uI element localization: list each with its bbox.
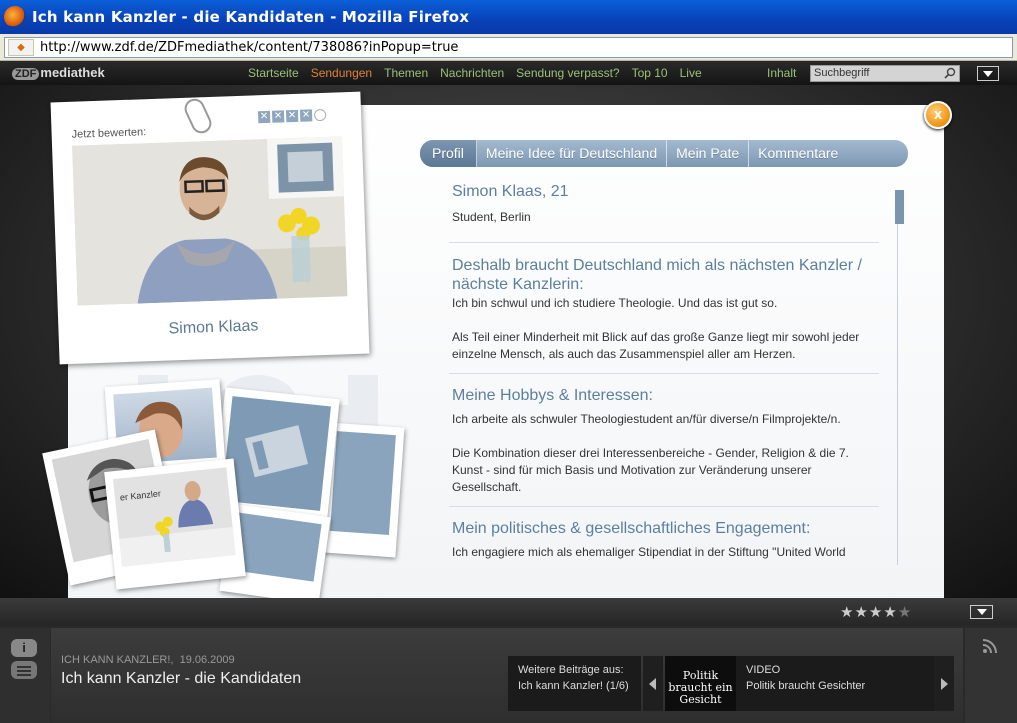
- collage-sign-text: er Kanzler: [119, 488, 161, 502]
- close-button[interactable]: x: [924, 101, 952, 129]
- nav-inhalt[interactable]: Inhalt: [767, 66, 796, 80]
- tab-profil[interactable]: Profil: [420, 140, 477, 167]
- star-icon[interactable]: ★: [854, 604, 868, 621]
- prev-arrow-button[interactable]: [643, 656, 663, 711]
- nav-startseite[interactable]: Startseite: [248, 66, 299, 80]
- section-text: Als Teil einer Minderheit mit Blick auf …: [452, 330, 860, 361]
- collage-photo: er Kanzler: [104, 458, 246, 590]
- url-text: http://www.zdf.de/ZDFmediathek/content/7…: [40, 39, 459, 55]
- star-icon[interactable]: ✕: [257, 110, 271, 124]
- next-arrow-button[interactable]: [934, 656, 954, 711]
- meta-date: 19.06.2009: [179, 654, 235, 666]
- section-title-engagement: Mein politisches & gesellschaftliches En…: [452, 520, 811, 537]
- video-rating[interactable]: ★★★★★: [840, 603, 912, 621]
- section-text: Die Kombination dieser drei Interessenbe…: [452, 446, 849, 494]
- profile-heading: Simon Klaas, 21: [452, 183, 569, 200]
- star-empty-icon[interactable]: ★: [898, 604, 912, 621]
- tab-mein-pate[interactable]: Mein Pate: [667, 140, 750, 167]
- search-input-value: Suchbegriff: [814, 67, 870, 79]
- profile-tabs: Profil Meine Idee für Deutschland Mein P…: [420, 140, 908, 167]
- tab-meine-idee[interactable]: Meine Idee für Deutschland: [477, 140, 668, 167]
- next-video-info[interactable]: VIDEO Politik braucht Gesichter: [736, 656, 934, 711]
- close-icon: x: [933, 106, 943, 123]
- candidate-name: Simon Klaas: [168, 317, 259, 338]
- nav-nachrichten[interactable]: Nachrichten: [440, 66, 504, 80]
- section-text: Ich bin schwul und ich studiere Theologi…: [452, 296, 778, 310]
- nav-sendungen[interactable]: Sendungen: [311, 66, 372, 80]
- profile-header-section: Simon Klaas, 21 Student, Berlin: [449, 182, 879, 243]
- content-scroll-thumb[interactable]: [895, 190, 904, 224]
- url-field[interactable]: ◆ http://www.zdf.de/ZDFmediathek/content…: [4, 36, 1013, 58]
- video-meta: ICH KANN KANZLER!, 19.06.2009: [61, 654, 235, 666]
- address-bar: ◆ http://www.zdf.de/ZDFmediathek/content…: [0, 34, 1017, 61]
- logo-text: mediathek: [40, 65, 105, 80]
- profile-subtitle: Student, Berlin: [452, 210, 531, 224]
- site-identity-icon[interactable]: ◆: [8, 38, 34, 56]
- next-video-title: Politik braucht Gesichter: [746, 680, 866, 692]
- profile-section-hobbys: Meine Hobbys & Interessen: Ich arbeite a…: [449, 386, 879, 507]
- more-from-label: Weitere Beiträge aus:: [518, 664, 624, 676]
- rate-label: Jetzt bewerten:: [71, 126, 147, 141]
- nav-links: Startseite Sendungen Themen Nachrichten …: [248, 66, 702, 80]
- video-thumbnail[interactable]: Politik braucht ein Gesicht: [665, 656, 736, 711]
- star-empty-icon[interactable]: [313, 108, 327, 122]
- nav-dropdown-button[interactable]: [977, 66, 999, 81]
- nav-live[interactable]: Live: [680, 66, 702, 80]
- content-scrollbar[interactable]: [897, 190, 905, 565]
- search-icon[interactable]: [944, 67, 956, 79]
- search-input[interactable]: Suchbegriff: [810, 65, 960, 82]
- window-title: Ich kann Kanzler - die Kandidaten - Mozi…: [32, 8, 470, 26]
- star-icon[interactable]: ✕: [271, 110, 285, 123]
- candidate-photo: [72, 136, 348, 306]
- profile-section-why: Deshalb braucht Deutschland mich als näc…: [449, 256, 879, 374]
- info-button[interactable]: i: [11, 639, 37, 657]
- section-title-hobbys: Meine Hobbys & Interessen:: [452, 387, 653, 404]
- firefox-icon: [4, 6, 26, 28]
- video-type-label: VIDEO: [746, 664, 781, 676]
- zdf-logo-mark: ZDF: [12, 68, 40, 80]
- star-icon[interactable]: ✕: [285, 109, 299, 123]
- zdf-mediathek-logo[interactable]: ZDF mediathek: [12, 65, 105, 80]
- nav-top-10[interactable]: Top 10: [632, 66, 668, 80]
- star-icon[interactable]: ★: [869, 604, 883, 621]
- candidate-card: Jetzt bewerten: ✕ ✕ ✕ ✕ Simon Klaas: [50, 91, 370, 365]
- profile-content: Simon Klaas, 21 Student, Berlin Deshalb …: [449, 182, 879, 565]
- profile-section-engagement: Mein politisches & gesellschaftliches En…: [449, 519, 879, 561]
- nav-sendung-verpasst[interactable]: Sendung verpasst?: [516, 66, 619, 80]
- star-icon[interactable]: ★: [840, 604, 854, 621]
- nav-themen[interactable]: Themen: [384, 66, 428, 80]
- bottom-dropdown-button[interactable]: [970, 605, 993, 619]
- rss-icon[interactable]: [982, 638, 998, 654]
- section-text: Ich engagiere mich als ehemaliger Stipen…: [452, 545, 846, 559]
- tab-kommentare[interactable]: Kommentare: [749, 140, 847, 167]
- film-reel-icon: [244, 425, 309, 478]
- star-icon[interactable]: ✕: [299, 109, 313, 122]
- star-icon[interactable]: ★: [883, 604, 897, 621]
- site-navbar: ZDF mediathek Startseite Sendungen Themen…: [0, 61, 1017, 85]
- list-button[interactable]: [11, 661, 37, 679]
- video-title: Ich kann Kanzler - die Kandidaten: [61, 670, 302, 687]
- window-titlebar: Ich kann Kanzler - die Kandidaten - Mozi…: [0, 0, 1017, 34]
- more-from-box[interactable]: Weitere Beiträge aus: Ich kann Kanzler! …: [508, 656, 641, 711]
- meta-show: ICH KANN KANZLER!,: [61, 654, 174, 666]
- more-from-value: Ich kann Kanzler! (1/6): [518, 680, 629, 692]
- section-text: Ich arbeite als schwuler Theologiestuden…: [452, 412, 841, 426]
- section-title-why: Deshalb braucht Deutschland mich als näc…: [452, 257, 862, 293]
- rating-input[interactable]: ✕ ✕ ✕ ✕: [257, 108, 327, 124]
